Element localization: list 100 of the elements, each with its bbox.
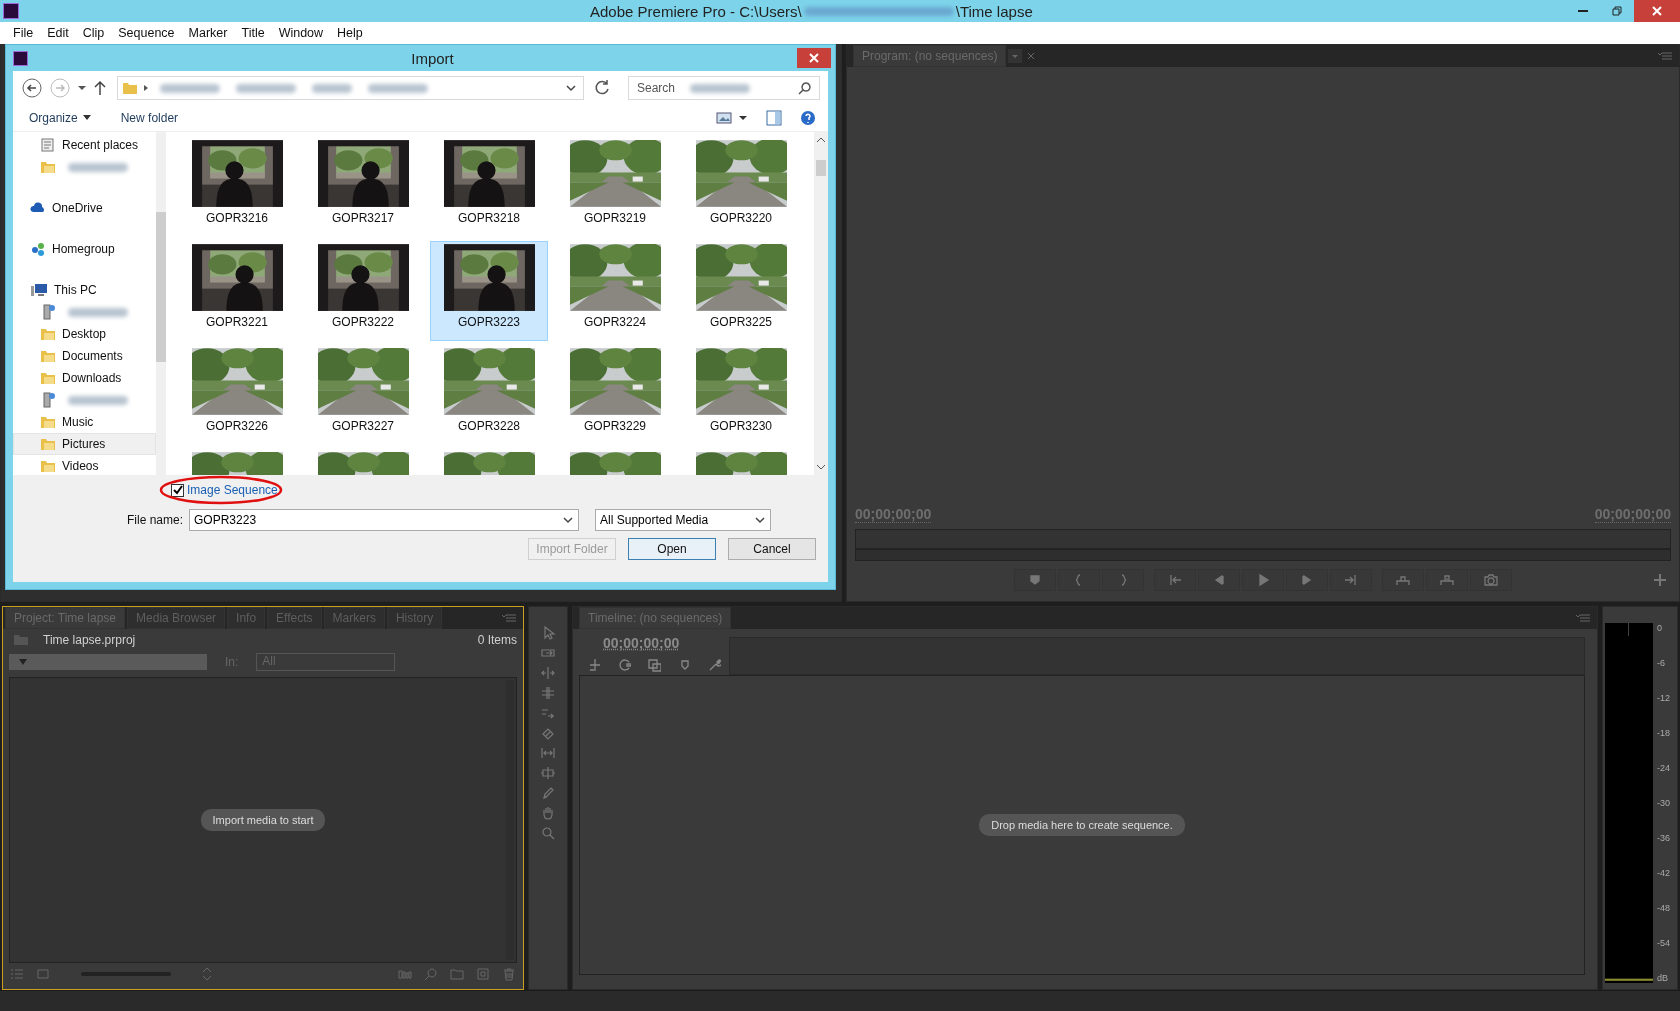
marker-button[interactable] — [1014, 569, 1056, 591]
menu-item[interactable]: File — [6, 26, 41, 40]
overwrite-button[interactable] — [1426, 569, 1468, 591]
zoom-icon[interactable] — [540, 825, 556, 841]
go-to-in-button[interactable] — [1154, 569, 1196, 591]
file-thumbnail[interactable]: GOPR3222 — [304, 241, 422, 341]
file-thumbnail[interactable]: GOPR3223 — [430, 241, 548, 341]
file-name-label: File name: — [127, 513, 184, 527]
file-type-dropdown[interactable]: All Supported Media — [595, 509, 772, 531]
sidebar-item[interactable]: Documents — [13, 345, 156, 367]
file-name-field[interactable]: GOPR3223 — [189, 509, 580, 531]
blurred-text — [312, 83, 352, 93]
step-forward-button[interactable] — [1286, 569, 1328, 591]
meter-scale-label: -12 — [1657, 693, 1670, 703]
caret-icon[interactable] — [77, 83, 87, 93]
folder-icon — [40, 458, 56, 474]
chevron-icon — [142, 84, 150, 92]
organize-menu[interactable]: Organize — [23, 109, 97, 127]
new-bin-icon[interactable] — [449, 966, 465, 982]
menu-item[interactable]: Window — [271, 26, 331, 40]
help-icon[interactable] — [800, 110, 816, 126]
play-button[interactable] — [1242, 569, 1284, 591]
dialog-button[interactable]: Cancel — [728, 538, 816, 560]
file-thumbnail[interactable]: GOPR3227 — [304, 345, 422, 445]
close-button[interactable] — [1634, 0, 1680, 22]
slip-icon[interactable] — [540, 745, 556, 761]
file-thumbnail[interactable]: GOPR3228 — [430, 345, 548, 445]
blurred-text — [68, 307, 128, 317]
scroll-down-icon[interactable] — [816, 463, 826, 471]
find-icon[interactable] — [423, 966, 439, 982]
dialog-button[interactable]: Open — [628, 538, 716, 560]
panel-menu-icon[interactable] — [1657, 51, 1673, 61]
pen-icon[interactable] — [540, 785, 556, 801]
icon-view-icon[interactable] — [35, 966, 51, 982]
camera-button[interactable] — [1470, 569, 1512, 591]
slide-icon[interactable] — [540, 765, 556, 781]
step-back-button[interactable] — [1198, 569, 1240, 591]
scroll-up-icon[interactable] — [816, 136, 826, 144]
menu-item[interactable]: Edit — [40, 26, 76, 40]
zoom-scroll-bar[interactable] — [855, 549, 1671, 561]
sidebar-item[interactable]: Downloads — [13, 367, 156, 389]
back-icon[interactable] — [21, 77, 43, 99]
file-thumbnail[interactable]: GOPR3226 — [178, 345, 296, 445]
file-thumbnail[interactable]: GOPR3221 — [178, 241, 296, 341]
add-button-icon[interactable] — [1653, 573, 1667, 587]
close-button[interactable] — [797, 48, 831, 68]
snap-icon[interactable] — [617, 657, 631, 673]
new-folder-button[interactable]: New folder — [114, 109, 185, 127]
file-thumbnail[interactable]: GOPR3229 — [556, 345, 674, 445]
sort-icon[interactable] — [201, 966, 213, 982]
ripple-edit-icon[interactable] — [540, 665, 556, 681]
rolling-edit-icon[interactable] — [540, 685, 556, 701]
sidebar-item[interactable]: Recent places — [13, 134, 156, 156]
new-item-icon[interactable] — [475, 966, 491, 982]
mark-out-button[interactable] — [1102, 569, 1144, 591]
sidebar-item[interactable]: Videos — [13, 455, 156, 475]
file-thumbnail[interactable]: GOPR3230 — [682, 345, 800, 445]
go-to-out-button[interactable] — [1330, 569, 1372, 591]
menu-item[interactable]: Clip — [75, 26, 112, 40]
dropdown-icon[interactable] — [1008, 49, 1023, 63]
menu-item[interactable]: Help — [330, 26, 370, 40]
file-thumbnail[interactable]: GOPR3219 — [556, 137, 674, 237]
nest-icon[interactable] — [587, 657, 601, 673]
meter-scale-label: -18 — [1657, 728, 1670, 738]
search-field[interactable] — [9, 654, 207, 670]
mark-in-button[interactable] — [1058, 569, 1100, 591]
scroll-bar[interactable] — [814, 132, 828, 475]
window-title: \Time lapse — [955, 2, 1033, 20]
clear-icon[interactable] — [501, 966, 517, 982]
caret-icon[interactable] — [738, 114, 748, 122]
scroll-thumb[interactable] — [156, 212, 166, 362]
up-arrow-icon[interactable] — [93, 80, 107, 96]
file-thumbnail[interactable]: GOPR3217 — [304, 137, 422, 237]
forward-icon[interactable] — [49, 77, 71, 99]
file-thumbnail[interactable]: GOPR3218 — [430, 137, 548, 237]
sidebar-item[interactable]: OneDrive — [13, 197, 156, 219]
linked-selection-icon[interactable] — [647, 657, 661, 673]
address-bar[interactable] — [117, 76, 584, 100]
sidebar-item[interactable]: Homegroup — [13, 238, 156, 260]
menu-item[interactable]: Title — [234, 26, 272, 40]
blurred-text — [368, 83, 428, 93]
sidebar-item[interactable]: Desktop — [13, 323, 156, 345]
file-thumbnail[interactable]: GOPR3216 — [178, 137, 296, 237]
sidebar-item[interactable]: Music — [13, 411, 156, 433]
menu-item[interactable]: Sequence — [111, 26, 182, 40]
panel-menu-icon[interactable] — [501, 613, 517, 623]
preview-pane-icon[interactable] — [766, 110, 782, 126]
scroll-bar[interactable] — [156, 132, 166, 475]
wrench-icon[interactable] — [707, 657, 721, 673]
hand-icon[interactable] — [540, 805, 556, 821]
view-options-icon[interactable] — [716, 111, 732, 125]
file-thumbnail[interactable]: GOPR3220 — [682, 137, 800, 237]
menu-item[interactable]: Marker — [181, 26, 235, 40]
panel-menu-icon[interactable] — [1575, 613, 1591, 623]
file-thumbnail[interactable]: GOPR3224 — [556, 241, 674, 341]
sidebar-item[interactable]: This PC — [13, 279, 156, 301]
insert-button[interactable] — [1382, 569, 1424, 591]
file-thumbnail[interactable]: GOPR3225 — [682, 241, 800, 341]
scroll-thumb[interactable] — [816, 160, 826, 176]
sidebar-item[interactable]: Pictures — [13, 433, 156, 455]
